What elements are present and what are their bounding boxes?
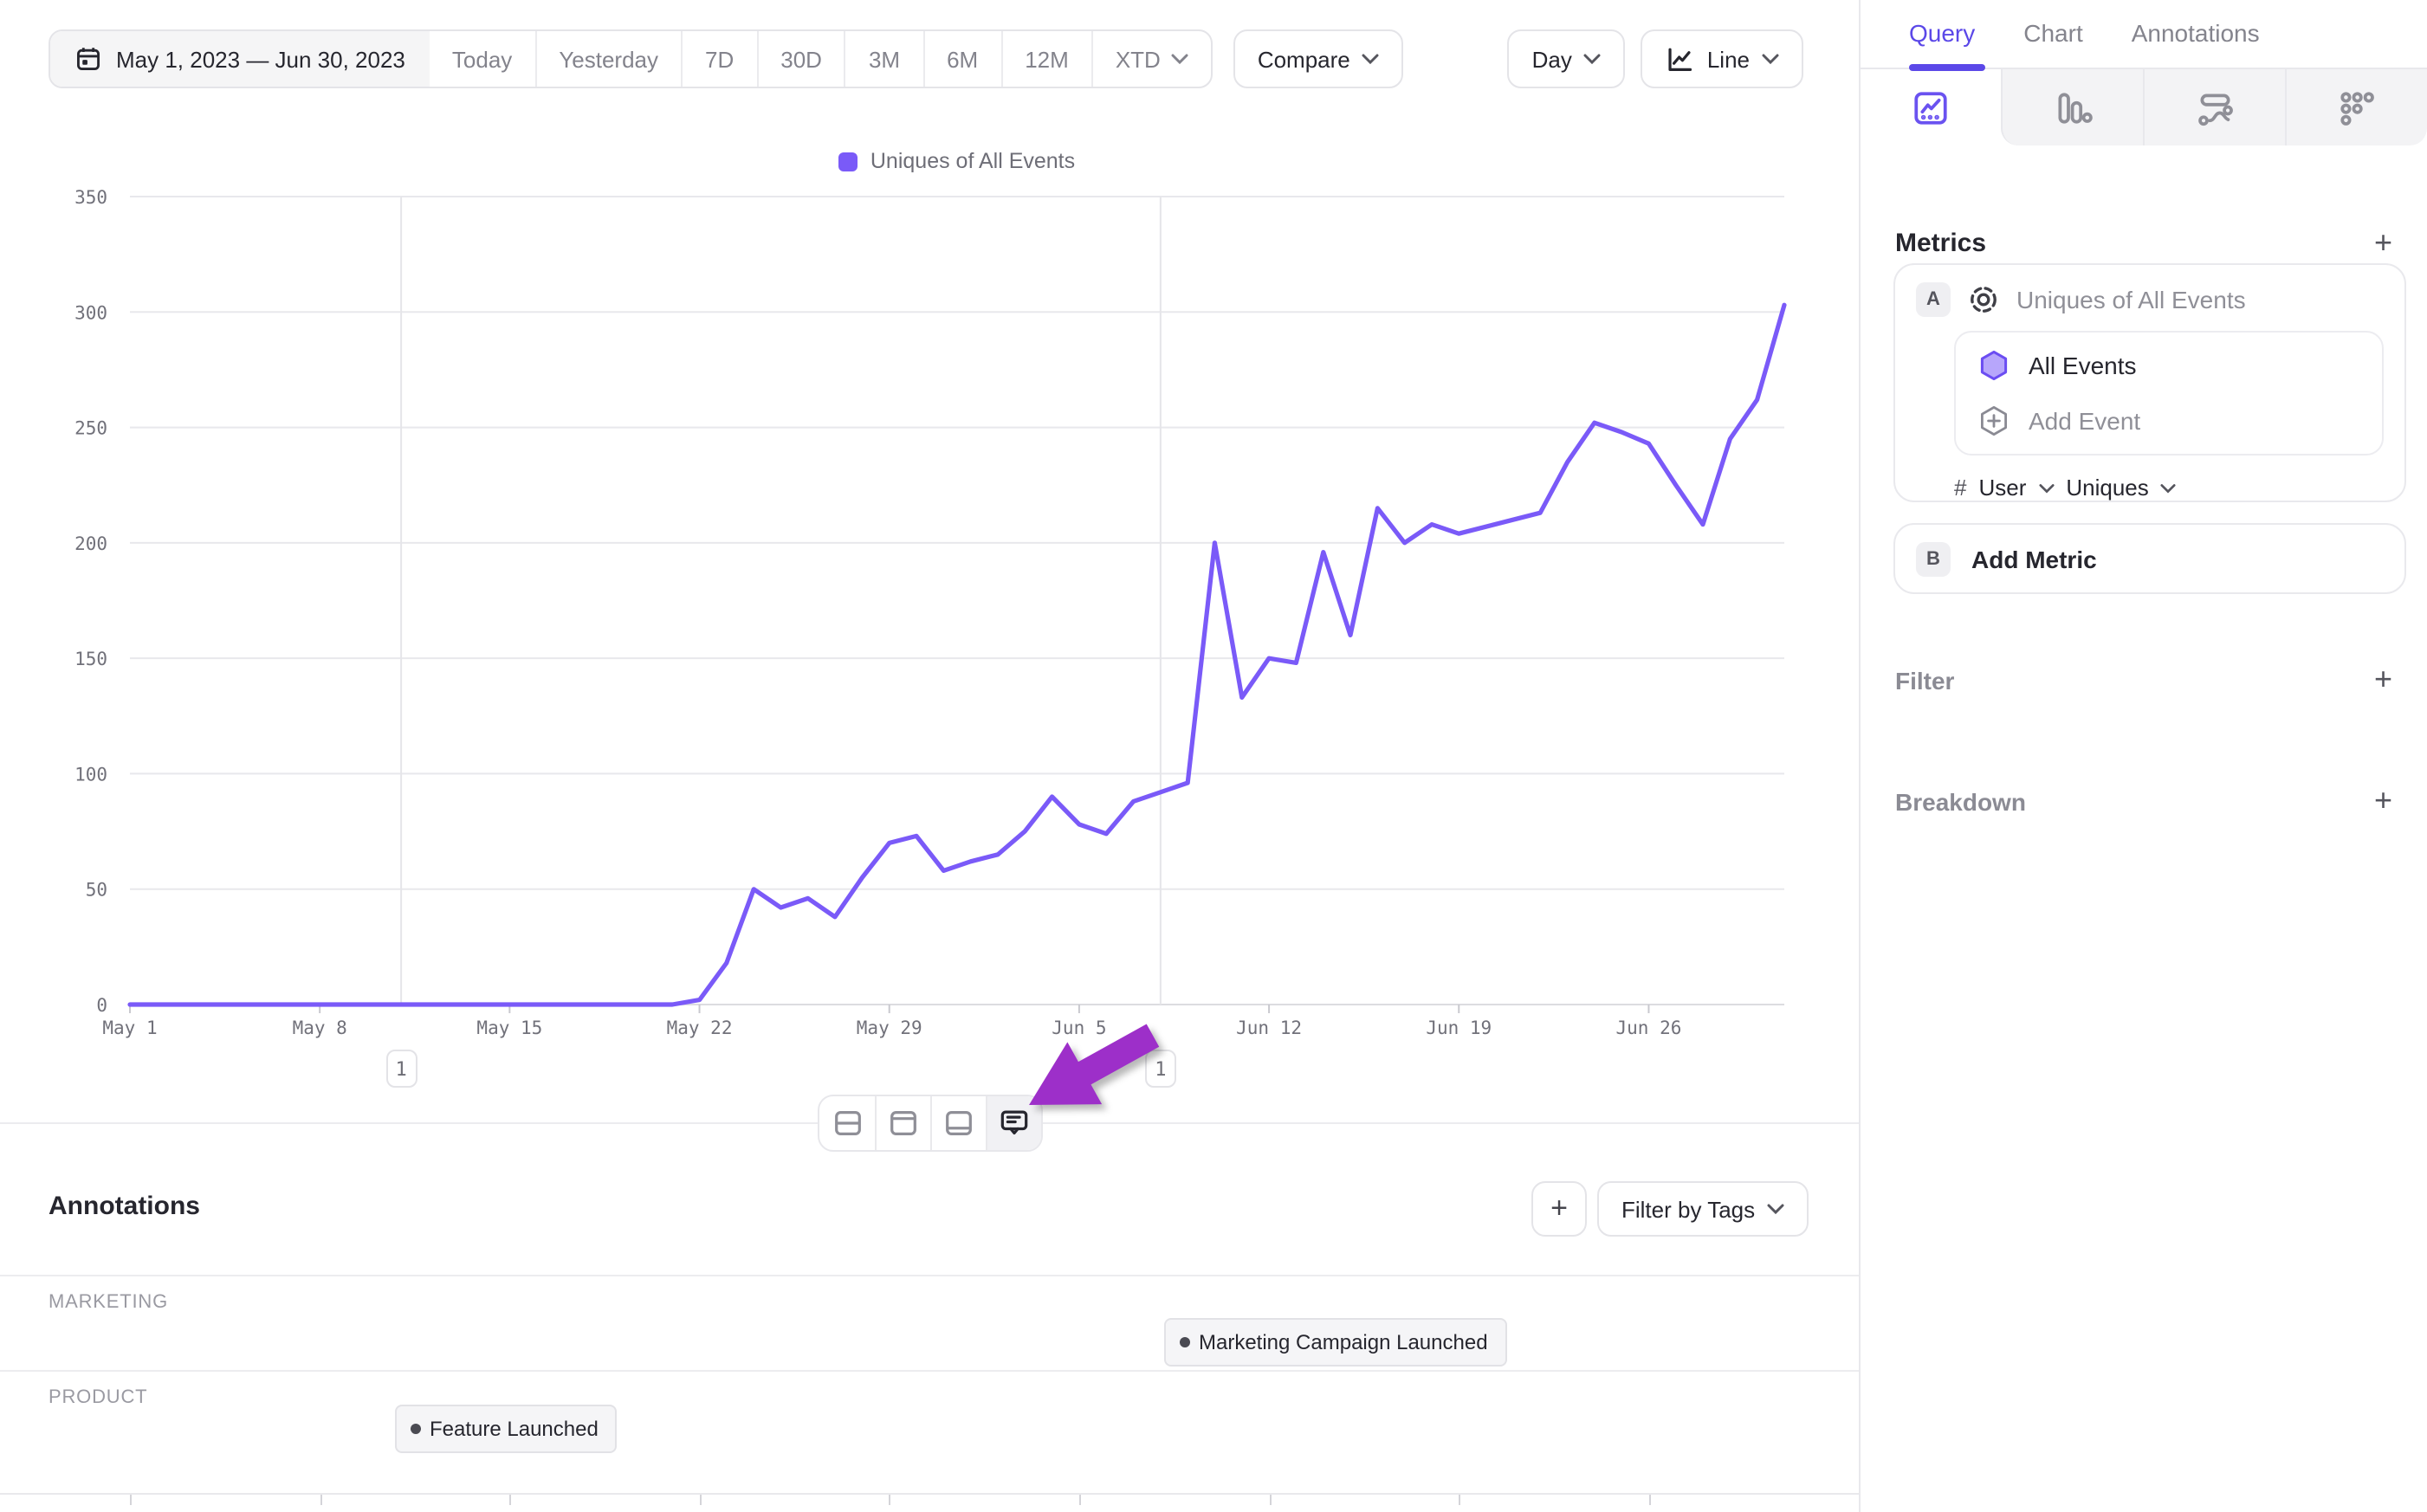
panel-layout-strip	[818, 1095, 1043, 1152]
report-type-tiles	[1861, 69, 2427, 145]
annotation-dot	[411, 1424, 421, 1434]
timeline-tick	[890, 1495, 891, 1505]
breakdown-label: Breakdown	[1895, 787, 2026, 815]
main-area: May 1, 2023 — Jun 30, 2023 TodayYesterda…	[0, 0, 1859, 1512]
layout-split-middle-toggle[interactable]	[819, 1096, 875, 1150]
row-divider	[0, 1370, 1859, 1372]
annotation-pill-marketing[interactable]: Marketing Campaign Launched	[1164, 1318, 1507, 1367]
y-axis-tick-label: 200	[74, 533, 107, 554]
query-sidebar: Query Chart Annotations	[1859, 0, 2427, 1512]
y-axis-tick-label: 0	[96, 995, 107, 1016]
tab-annotations[interactable]: Annotations	[2132, 19, 2260, 68]
event-row-all-events[interactable]: All Events	[1977, 348, 2361, 383]
line-chart[interactable]: 0 50 100 150 200 250 300 350 May 1 May 8 May 15 May…	[0, 0, 1859, 1143]
split-top-icon	[887, 1107, 920, 1140]
chevron-down-icon	[2161, 482, 2177, 493]
metrics-grid-icon	[2337, 87, 2377, 127]
metric-b-badge: B	[1916, 541, 1951, 576]
active-tab-underline	[1909, 64, 1985, 71]
metric-b-add-card[interactable]: B Add Metric	[1893, 523, 2406, 594]
event-hexagon-icon	[1977, 348, 2011, 383]
x-axis-tick-label: May 15	[476, 1018, 542, 1038]
aggregation-row: # User Uniques	[1954, 475, 2384, 501]
tab-query[interactable]: Query	[1909, 19, 1975, 68]
split-bottom-icon	[942, 1107, 975, 1140]
tile-flow[interactable]	[2143, 69, 2285, 145]
timeline-tick	[700, 1495, 702, 1505]
y-axis-tick-label: 300	[74, 302, 107, 323]
y-axis-tick-label: 350	[74, 187, 107, 208]
timeline-tick	[509, 1495, 511, 1505]
add-event-row[interactable]: Add Event	[1977, 404, 2361, 438]
pointer-arrow	[1022, 1018, 1181, 1126]
y-axis-tick-label: 100	[74, 764, 107, 785]
x-axis-tick-label: May 8	[293, 1018, 347, 1038]
timeline-tick	[1269, 1495, 1271, 1505]
x-axis-tick-label: Jun 12	[1236, 1018, 1302, 1038]
x-axis-tick-label: May 22	[667, 1018, 733, 1038]
metrics-header-row: Metrics +	[1895, 225, 2392, 262]
annotations-timeline-axis	[0, 1493, 1859, 1495]
x-axis-tick-label: Jun 26	[1616, 1018, 1682, 1038]
insights-line-icon	[1911, 87, 1951, 127]
annotation-pill-label: Marketing Campaign Launched	[1199, 1330, 1488, 1354]
add-metric-label: Add Metric	[1971, 545, 2097, 572]
metric-a-card[interactable]: A Uniques of All Events All Events	[1893, 263, 2406, 502]
breakdown-row: Breakdown +	[1895, 783, 2392, 819]
annotation-pill-product[interactable]: Feature Launched	[395, 1405, 618, 1453]
chevron-down-icon	[1767, 1204, 1784, 1214]
annotation-category-marketing: MARKETING	[49, 1292, 168, 1313]
count-symbol: #	[1954, 475, 1966, 501]
aggregation-dropdown[interactable]: Uniques	[2066, 475, 2148, 501]
metric-a-header: A Uniques of All Events	[1916, 282, 2384, 317]
layout-split-bottom-toggle[interactable]	[930, 1096, 986, 1150]
x-axis-tick-label: May 1	[102, 1018, 157, 1038]
y-axis-tick-label: 250	[74, 418, 107, 439]
add-event-hexagon-icon	[1977, 404, 2011, 438]
annotation-pill-label: Feature Launched	[430, 1417, 599, 1441]
insights-report-page: May 1, 2023 — Jun 30, 2023 TodayYesterda…	[0, 0, 2427, 1512]
metric-a-name: Uniques of All Events	[2016, 286, 2246, 313]
x-axis-tick-label: May 29	[857, 1018, 922, 1038]
chevron-down-icon	[2038, 482, 2054, 493]
timeline-tick	[1079, 1495, 1081, 1505]
annotation-category-product: PRODUCT	[49, 1387, 147, 1408]
bar-chart-icon	[2053, 87, 2093, 127]
timeline-tick	[1648, 1495, 1650, 1505]
sidebar-tabs: Query Chart Annotations	[1861, 0, 2427, 69]
layout-split-top-toggle[interactable]	[875, 1096, 930, 1150]
filter-by-tags-label: Filter by Tags	[1621, 1196, 1755, 1222]
annotation-dot	[1180, 1337, 1190, 1347]
timeline-tick	[320, 1495, 321, 1505]
event-card: All Events Add Event	[1954, 331, 2384, 456]
x-axis-tick-label: Jun 19	[1426, 1018, 1492, 1038]
metrics-title: Metrics	[1895, 229, 1986, 258]
filter-by-tags-dropdown[interactable]: Filter by Tags	[1597, 1181, 1809, 1237]
annotations-panel-title: Annotations	[49, 1192, 200, 1221]
metric-settings-icon[interactable]	[1966, 282, 2001, 317]
timeline-tick	[130, 1495, 132, 1505]
row-divider	[0, 1275, 1859, 1276]
tile-bar-chart[interactable]	[2001, 69, 2143, 145]
tab-chart[interactable]: Chart	[2023, 19, 2082, 68]
event-name: All Events	[2029, 352, 2137, 379]
entity-dropdown[interactable]: User	[1978, 475, 2026, 501]
split-middle-icon	[831, 1107, 864, 1140]
add-event-label: Add Event	[2029, 407, 2140, 435]
flow-icon	[2195, 87, 2235, 127]
series-line-uniques-of-all-events[interactable]	[130, 305, 1784, 1005]
annotation-count-badge[interactable]: 1	[385, 1050, 417, 1088]
filter-label: Filter	[1895, 666, 1954, 694]
tile-metrics-grid[interactable]	[2285, 69, 2427, 145]
y-axis-tick-label: 150	[74, 649, 107, 669]
add-filter-button[interactable]: +	[2374, 662, 2392, 698]
filter-row: Filter +	[1895, 662, 2392, 698]
add-metric-plus-button[interactable]: +	[2374, 225, 2392, 262]
timeline-tick	[1459, 1495, 1460, 1505]
add-annotation-button[interactable]: +	[1531, 1181, 1587, 1237]
y-axis-tick-label: 50	[86, 880, 107, 901]
metric-a-badge: A	[1916, 282, 1951, 317]
tile-insights-active[interactable]	[1861, 69, 2001, 145]
add-breakdown-button[interactable]: +	[2374, 783, 2392, 819]
